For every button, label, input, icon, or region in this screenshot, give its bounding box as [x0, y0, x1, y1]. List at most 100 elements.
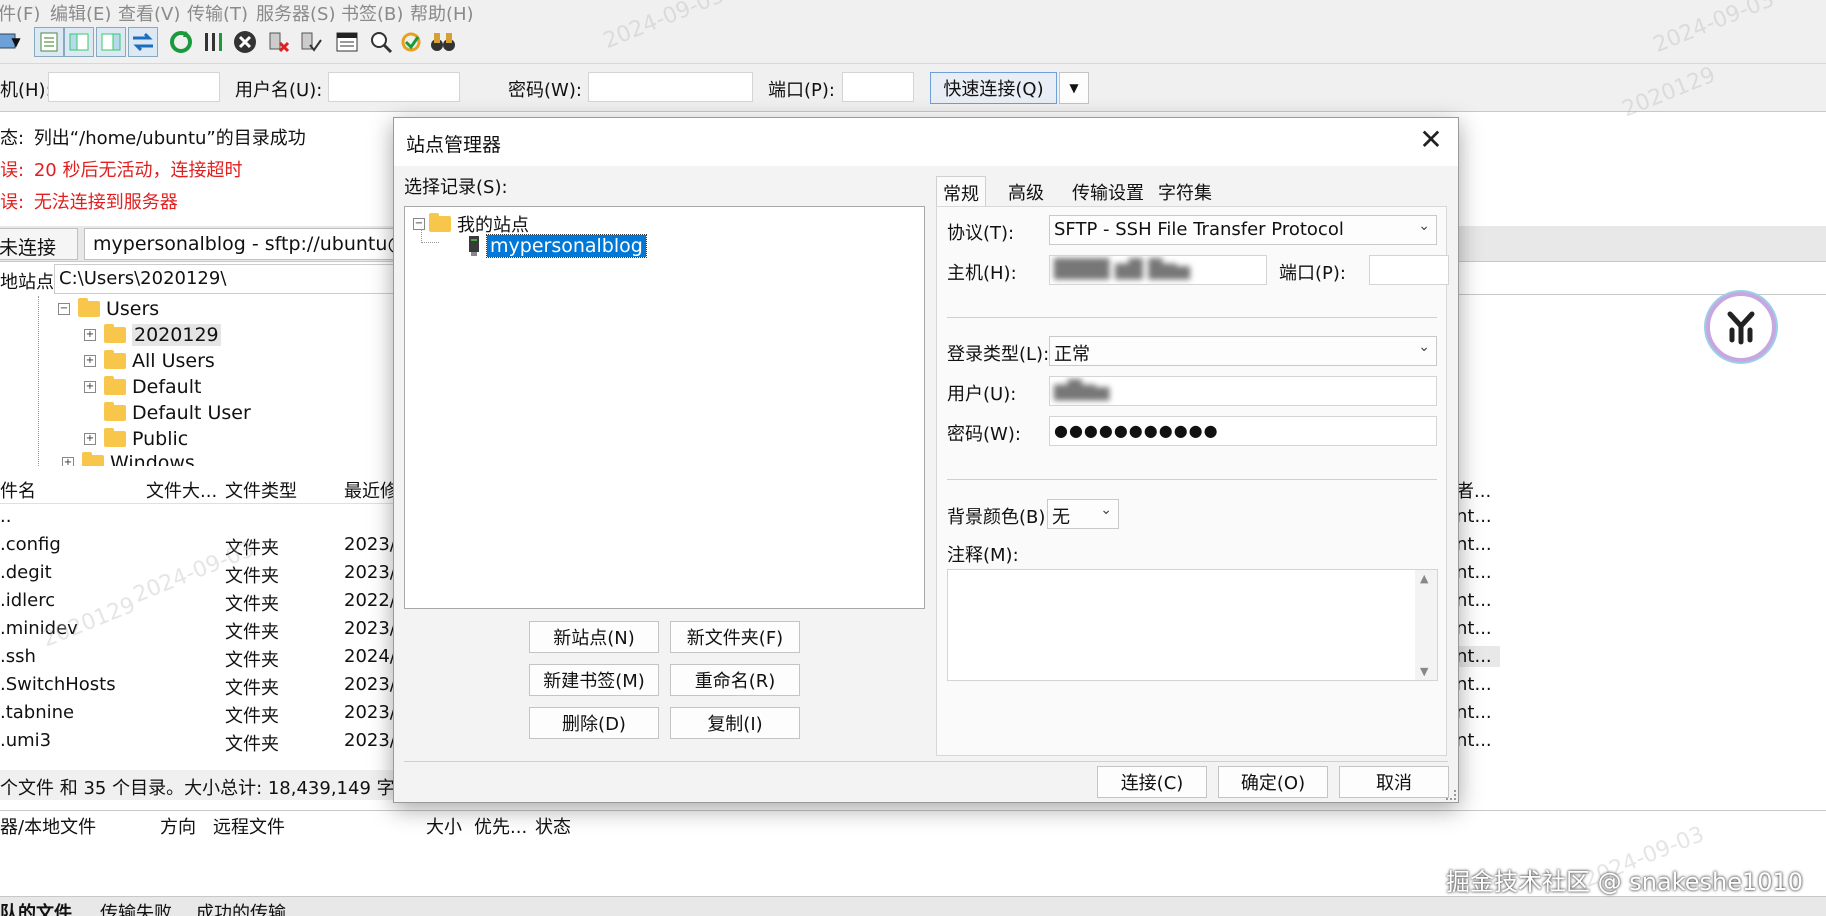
column-header-name[interactable]: 件名 [0, 477, 36, 503]
refresh-icon[interactable] [166, 27, 196, 57]
quickconnect-port-input[interactable] [842, 72, 914, 102]
search-icon[interactable] [366, 27, 396, 57]
site-tree[interactable]: − 我的站点 mypersonalblog [404, 206, 925, 609]
reconnect-icon[interactable] [296, 27, 326, 57]
tree-item-default[interactable]: + Default [84, 376, 201, 398]
file-name: .umi3 [0, 730, 52, 751]
file-name: .. [0, 506, 12, 527]
rename-button[interactable]: 重命名(R) [670, 664, 800, 696]
local-site-path-input[interactable]: C:\Users\2020129\ [54, 264, 400, 294]
collapse-icon[interactable]: − [58, 303, 70, 315]
folder-icon [82, 452, 104, 466]
log-prefix: 态: [0, 128, 25, 149]
user-field[interactable]: ▆█▆▅ [1049, 376, 1437, 406]
table-row[interactable]: .. [0, 506, 400, 534]
binoculars-icon[interactable] [428, 27, 458, 57]
scroll-down-icon[interactable]: ▼ [1420, 665, 1428, 678]
new-bookmark-button[interactable]: 新建书签(M) [529, 664, 659, 696]
process-queue-icon[interactable] [198, 27, 228, 57]
scroll-up-icon[interactable]: ▲ [1420, 572, 1428, 585]
cancel-icon[interactable] [230, 27, 260, 57]
column-header-modified[interactable]: 最近修 [344, 477, 398, 503]
close-icon[interactable]: ✕ [1416, 126, 1446, 156]
remote-pane-divider [1456, 294, 1826, 295]
quickconnect-user-input[interactable] [328, 72, 460, 102]
floating-app-logo[interactable] [1706, 292, 1776, 362]
tree-item-mypersonalblog[interactable]: mypersonalblog [467, 234, 647, 258]
tree-item-label: Default User [132, 402, 251, 424]
expand-icon[interactable]: + [84, 355, 96, 367]
background-color-select[interactable]: 无 ⌄ [1047, 499, 1119, 529]
comment-textarea[interactable]: ▲ ▼ [947, 569, 1438, 681]
protocol-select[interactable]: SFTP - SSH File Transfer Protocol ⌄ [1049, 215, 1437, 245]
tree-item-default-user[interactable]: Default User [104, 402, 251, 424]
quickconnect-history-dropdown[interactable]: ▼ [1059, 72, 1089, 104]
quickconnect-password-input[interactable] [588, 72, 753, 102]
filter-icon[interactable] [332, 27, 362, 57]
logon-type-select[interactable]: 正常 ⌄ [1049, 336, 1437, 366]
expand-icon[interactable]: + [84, 329, 96, 341]
cancel-button[interactable]: 取消 [1339, 766, 1449, 798]
port-field[interactable] [1369, 255, 1449, 285]
log-toggle-icon[interactable] [34, 27, 64, 57]
remote-tree-icon[interactable] [96, 27, 126, 57]
host-field[interactable]: ████ ▆█ █▆▅ [1049, 255, 1267, 285]
file-modified: 2023/ [344, 702, 396, 723]
table-row[interactable]: .config 文件夹 2023/ [0, 534, 400, 562]
scrollbar[interactable]: ▲ ▼ [1415, 570, 1437, 680]
dropdown-arrow-icon[interactable]: ▼ [6, 27, 26, 57]
tab-successful-transfers[interactable]: 成功的传输 [196, 899, 286, 916]
local-tree-icon[interactable] [64, 27, 94, 57]
queue-column-priority[interactable]: 优先... [474, 813, 527, 839]
column-header-owner[interactable]: 者... [1456, 477, 1491, 503]
queue-column-remote[interactable]: 远程文件 [213, 813, 285, 839]
copy-button[interactable]: 复制(I) [670, 707, 800, 739]
sync-browse-icon[interactable] [396, 27, 426, 57]
quickconnect-host-label: 机(H): [0, 80, 52, 101]
column-header-type[interactable]: 文件类型 [225, 477, 297, 503]
tree-item-label: Windows [110, 452, 195, 466]
tab-charset[interactable]: 字符集 [1152, 176, 1218, 206]
tab-failed-transfers[interactable]: 传输失败 [100, 899, 172, 916]
queue-column-server[interactable]: 器/本地文件 [0, 813, 96, 839]
table-row[interactable]: .degit 文件夹 2023/ [0, 562, 400, 590]
tree-item-all-users[interactable]: + All Users [84, 350, 215, 372]
resize-grip-icon[interactable] [1446, 790, 1456, 800]
ok-button[interactable]: 确定(O) [1218, 766, 1328, 798]
delete-button[interactable]: 删除(D) [529, 707, 659, 739]
table-row[interactable]: .ssh 文件夹 2024/ [0, 646, 400, 674]
queue-column-size[interactable]: 大小 [426, 813, 462, 839]
tab-general[interactable]: 常规 [936, 176, 986, 206]
expand-icon[interactable]: + [84, 433, 96, 445]
table-row[interactable]: .tabnine 文件夹 2023/ [0, 702, 400, 730]
expand-icon[interactable]: + [62, 457, 74, 466]
password-field[interactable]: ●●●●●●●●●●● [1049, 416, 1437, 446]
tree-item-public[interactable]: + Public [84, 428, 188, 450]
new-folder-button[interactable]: 新文件夹(F) [670, 621, 800, 653]
queue-column-status[interactable]: 状态 [535, 813, 571, 839]
tab-advanced[interactable]: 高级 [1002, 176, 1050, 206]
queue-column-direction[interactable]: 方向 [160, 813, 196, 839]
tab-transfer-settings[interactable]: 传输设置 [1066, 176, 1150, 206]
expand-icon[interactable]: + [84, 381, 96, 393]
column-header-size[interactable]: 文件大... [146, 477, 217, 503]
transfer-queue-icon[interactable] [128, 27, 158, 57]
table-row[interactable]: .SwitchHosts 文件夹 2023/ [0, 674, 400, 702]
tree-item-windows[interactable]: + Windows [62, 452, 195, 466]
tab-mypersonalblog[interactable]: mypersonalblog - sftp://ubuntu@1 [84, 228, 419, 260]
connect-button[interactable]: 连接(C) [1097, 766, 1207, 798]
tree-item-users[interactable]: − Users [58, 298, 159, 320]
new-site-button[interactable]: 新站点(N) [529, 621, 659, 653]
quickconnect-host-input[interactable] [48, 72, 220, 102]
table-row[interactable]: .minidev 文件夹 2023/ [0, 618, 400, 646]
table-row[interactable]: .umi3 文件夹 2023/ [0, 730, 400, 758]
password-value: ●●●●●●●●●●● [1054, 421, 1219, 440]
table-row[interactable]: .idlerc 文件夹 2022/ [0, 590, 400, 618]
disconnect-icon[interactable] [264, 27, 294, 57]
tab-disconnected[interactable]: 未连接 ✖ [0, 228, 103, 260]
file-name: .minidev [0, 618, 78, 639]
divider [404, 761, 1448, 762]
tree-item-2020129[interactable]: +2020129 [84, 324, 221, 346]
quickconnect-button[interactable]: 快速连接(Q) [930, 72, 1057, 104]
tab-queued-files[interactable]: 队的文件 [0, 899, 72, 916]
